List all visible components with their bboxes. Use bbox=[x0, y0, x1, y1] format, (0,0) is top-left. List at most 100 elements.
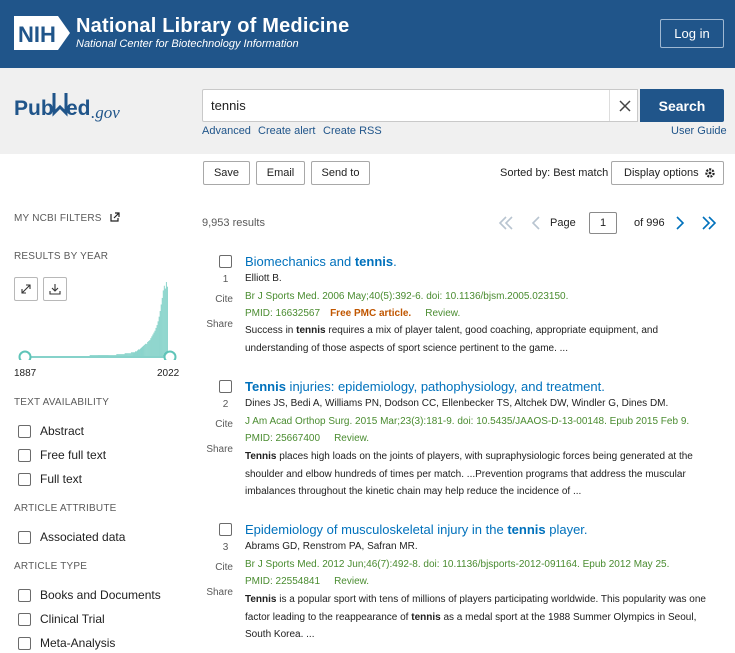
filter-books-and-documents[interactable]: Books and Documents bbox=[18, 588, 161, 602]
histogram-bar bbox=[114, 355, 116, 356]
year-histogram[interactable] bbox=[18, 280, 178, 360]
result-title-link[interactable]: Tennis injuries: epidemiology, pathophys… bbox=[245, 379, 605, 394]
previous-page-icon[interactable] bbox=[527, 213, 545, 233]
filter-label: Free full text bbox=[40, 448, 107, 462]
pubmed-logo-icon[interactable]: Pub ed .gov bbox=[14, 87, 154, 127]
histogram-bar bbox=[155, 327, 157, 356]
result-checkbox[interactable] bbox=[219, 380, 232, 393]
histogram-bar bbox=[89, 355, 91, 356]
nih-header: NIH National Library of Medicine Nationa… bbox=[0, 0, 735, 68]
last-page-icon[interactable] bbox=[700, 213, 718, 233]
histogram-bar bbox=[121, 354, 123, 356]
filter-clinical-trial[interactable]: Clinical Trial bbox=[18, 612, 105, 626]
email-button[interactable]: Email bbox=[256, 161, 305, 185]
histogram-bar bbox=[148, 341, 150, 356]
share-button[interactable]: Share bbox=[203, 444, 233, 455]
histogram-bar bbox=[106, 355, 107, 356]
histogram-bar bbox=[90, 355, 92, 356]
checkbox[interactable] bbox=[18, 588, 31, 602]
search-input[interactable]: tennis bbox=[202, 89, 638, 122]
histogram-bar bbox=[156, 325, 158, 356]
svg-text:NIH: NIH bbox=[18, 22, 56, 47]
filter-label: Clinical Trial bbox=[40, 612, 105, 626]
result-title-link[interactable]: Biomechanics and tennis. bbox=[245, 254, 397, 269]
histogram-bar bbox=[130, 352, 132, 356]
histogram-bar bbox=[149, 340, 151, 356]
result-number: 2 bbox=[222, 399, 229, 410]
search-button[interactable]: Search bbox=[640, 89, 724, 122]
range-start-handle[interactable] bbox=[18, 350, 32, 361]
histogram-bar bbox=[157, 321, 159, 356]
cite-button[interactable]: Cite bbox=[203, 562, 233, 573]
histogram-bar bbox=[136, 351, 137, 356]
pmid: PMID: 25667400 bbox=[245, 433, 321, 444]
send-to-button[interactable]: Send to bbox=[311, 161, 370, 185]
checkbox[interactable] bbox=[18, 636, 31, 650]
result-pmid-line: PMID: 25667400 Review. bbox=[245, 433, 369, 444]
histogram-bar bbox=[107, 355, 108, 356]
page-number-input[interactable]: 1 bbox=[589, 212, 617, 234]
create-rss-link[interactable]: Create RSS bbox=[323, 125, 382, 137]
histogram-bar bbox=[160, 304, 162, 356]
filter-associated-data[interactable]: Associated data bbox=[18, 530, 125, 544]
result-checkbox[interactable] bbox=[219, 523, 232, 536]
my-ncbi-filters-link[interactable]: MY NCBI FILTERS bbox=[14, 212, 120, 224]
histogram-bar bbox=[122, 354, 124, 356]
sorted-by-label[interactable]: Sorted by: Best match bbox=[500, 167, 608, 179]
result-title-link[interactable]: Epidemiology of musculoskeletal injury i… bbox=[245, 522, 588, 537]
result-authors: Abrams GD, Renstrom PA, Safran MR. bbox=[245, 541, 418, 552]
histogram-bar bbox=[118, 354, 120, 356]
checkbox[interactable] bbox=[18, 530, 31, 544]
create-alert-link[interactable]: Create alert bbox=[258, 125, 315, 137]
filter-free-full-text[interactable]: Free full text bbox=[18, 448, 106, 462]
histogram-bar bbox=[129, 353, 131, 356]
histogram-bar bbox=[103, 355, 104, 356]
filter-label: Full text bbox=[40, 472, 83, 486]
first-page-icon[interactable] bbox=[497, 213, 515, 233]
share-button[interactable]: Share bbox=[203, 319, 233, 330]
checkbox[interactable] bbox=[18, 472, 31, 486]
result-pmid-line: PMID: 16632567 Free PMC article. Review. bbox=[245, 308, 460, 319]
cite-button[interactable]: Cite bbox=[203, 419, 233, 430]
article-type-heading: ARTICLE TYPE bbox=[14, 561, 88, 572]
next-page-icon[interactable] bbox=[671, 213, 689, 233]
filter-full-text[interactable]: Full text bbox=[18, 472, 82, 486]
histogram-bar bbox=[101, 355, 102, 356]
my-ncbi-filters-label: MY NCBI FILTERS bbox=[14, 213, 102, 224]
nih-title[interactable]: National Library of Medicine bbox=[76, 15, 349, 38]
save-button[interactable]: Save bbox=[203, 161, 250, 185]
filter-label: Meta-Analysis bbox=[40, 636, 116, 650]
histogram-bar bbox=[120, 354, 122, 356]
display-options-button[interactable]: Display options bbox=[611, 161, 724, 185]
title-part: Epidemiology of musculoskeletal injury i… bbox=[245, 522, 508, 537]
clear-icon[interactable] bbox=[609, 90, 639, 121]
filter-meta-analysis[interactable]: Meta-Analysis bbox=[18, 636, 115, 650]
publication-type: Review. bbox=[334, 576, 370, 587]
title-part: . bbox=[393, 254, 397, 269]
year-start-label: 1887 bbox=[14, 368, 37, 379]
checkbox[interactable] bbox=[18, 424, 31, 438]
results-by-year-heading: RESULTS BY YEAR bbox=[14, 251, 109, 262]
login-button[interactable]: Log in bbox=[660, 19, 724, 48]
range-end-handle[interactable] bbox=[163, 350, 177, 361]
result-number: 3 bbox=[222, 542, 229, 553]
histogram-bar bbox=[145, 343, 147, 356]
text-availability-heading: TEXT AVAILABILITY bbox=[14, 397, 110, 408]
nih-logo-icon[interactable]: NIH bbox=[14, 16, 70, 50]
checkbox[interactable] bbox=[18, 448, 31, 462]
advanced-link[interactable]: Advanced bbox=[202, 125, 251, 137]
filter-label: Abstract bbox=[40, 424, 85, 438]
checkbox[interactable] bbox=[18, 612, 31, 626]
histogram-bar bbox=[110, 355, 112, 356]
user-guide-link[interactable]: User Guide bbox=[671, 125, 727, 137]
svg-text:Pub: Pub bbox=[14, 97, 54, 120]
year-end-label: 2022 bbox=[157, 368, 180, 379]
filter-abstract[interactable]: Abstract bbox=[18, 424, 84, 438]
nih-subtitle: National Center for Biotechnology Inform… bbox=[76, 38, 299, 50]
result-checkbox[interactable] bbox=[219, 255, 232, 268]
share-button[interactable]: Share bbox=[203, 587, 233, 598]
page-count: of 996 bbox=[634, 217, 665, 229]
histogram-bar bbox=[99, 355, 100, 356]
result-snippet: Tennis places high loads on the joints o… bbox=[245, 451, 693, 497]
cite-button[interactable]: Cite bbox=[203, 294, 233, 305]
